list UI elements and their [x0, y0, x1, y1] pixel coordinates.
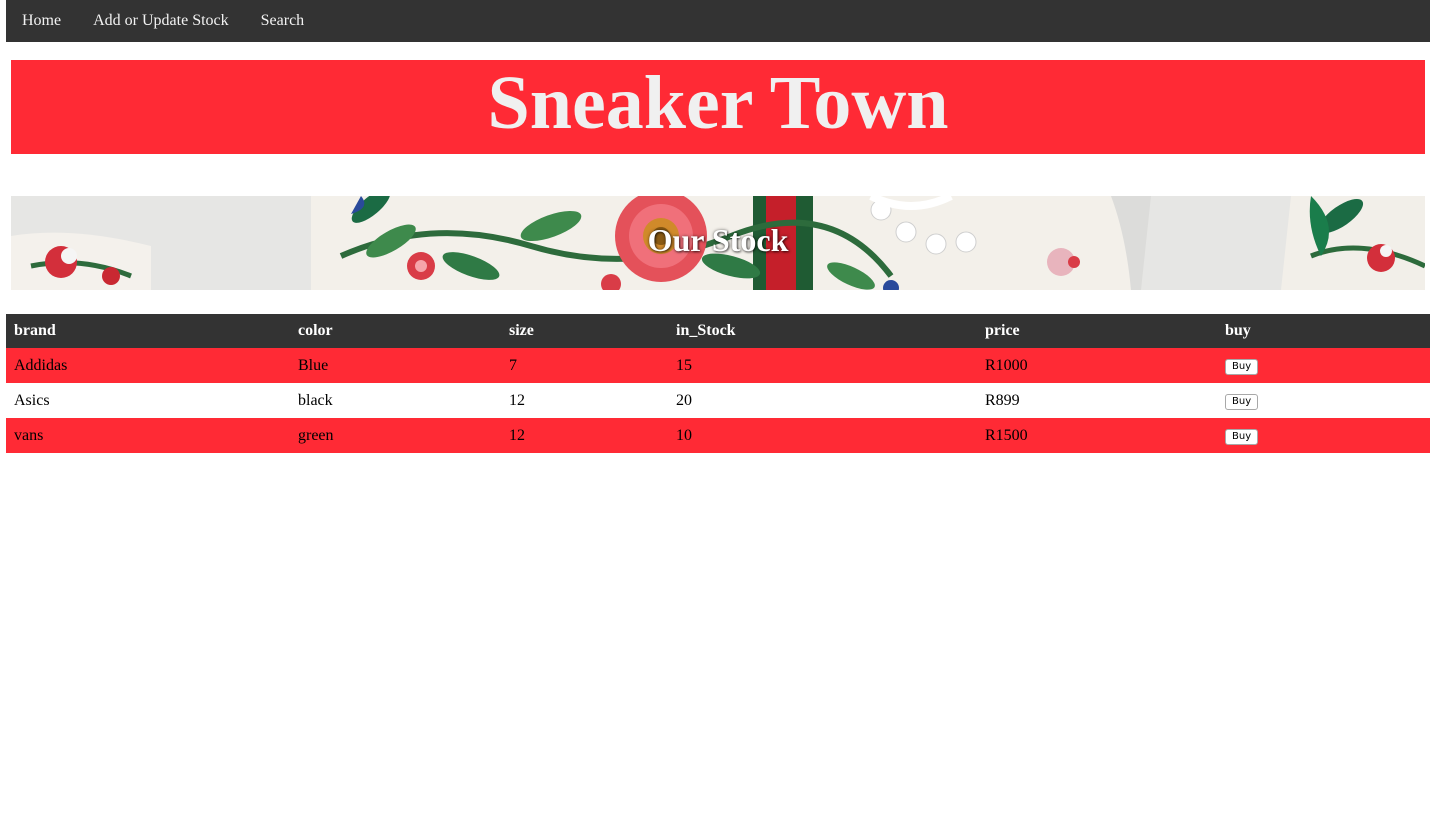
cell-size: 12	[501, 383, 668, 418]
cell-price: R899	[977, 383, 1217, 418]
table-row: Asics black 12 20 R899 Buy	[6, 383, 1430, 418]
site-title: Sneaker Town	[487, 61, 949, 145]
top-nav: Home Add or Update Stock Search	[6, 0, 1430, 42]
buy-button[interactable]: Buy	[1225, 394, 1259, 410]
hero-image: Our Stock	[11, 196, 1425, 290]
nav-home-link[interactable]: Home	[6, 2, 77, 40]
header-brand: brand	[6, 314, 290, 348]
cell-brand: Asics	[6, 383, 290, 418]
section-title: Our Stock	[647, 222, 789, 258]
cell-buy: Buy	[1217, 383, 1430, 418]
stock-table: brand color size in_Stock price buy Addi…	[6, 314, 1430, 453]
table-row: Addidas Blue 7 15 R1000 Buy	[6, 348, 1430, 383]
cell-in-stock: 10	[668, 418, 977, 453]
header-color: color	[290, 314, 501, 348]
cell-color: green	[290, 418, 501, 453]
cell-brand: Addidas	[6, 348, 290, 383]
title-banner: Sneaker Town	[11, 60, 1425, 154]
table-row: vans green 12 10 R1500 Buy	[6, 418, 1430, 453]
cell-in-stock: 20	[668, 383, 977, 418]
cell-price: R1500	[977, 418, 1217, 453]
cell-color: black	[290, 383, 501, 418]
header-buy: buy	[1217, 314, 1430, 348]
cell-size: 7	[501, 348, 668, 383]
cell-brand: vans	[6, 418, 290, 453]
cell-price: R1000	[977, 348, 1217, 383]
cell-size: 12	[501, 418, 668, 453]
cell-buy: Buy	[1217, 418, 1430, 453]
header-price: price	[977, 314, 1217, 348]
header-in-stock: in_Stock	[668, 314, 977, 348]
nav-search-link[interactable]: Search	[245, 2, 321, 40]
header-size: size	[501, 314, 668, 348]
cell-color: Blue	[290, 348, 501, 383]
cell-in-stock: 15	[668, 348, 977, 383]
buy-button[interactable]: Buy	[1225, 359, 1259, 375]
nav-add-update-stock-link[interactable]: Add or Update Stock	[77, 2, 245, 40]
buy-button[interactable]: Buy	[1225, 429, 1259, 445]
cell-buy: Buy	[1217, 348, 1430, 383]
table-header-row: brand color size in_Stock price buy	[6, 314, 1430, 348]
